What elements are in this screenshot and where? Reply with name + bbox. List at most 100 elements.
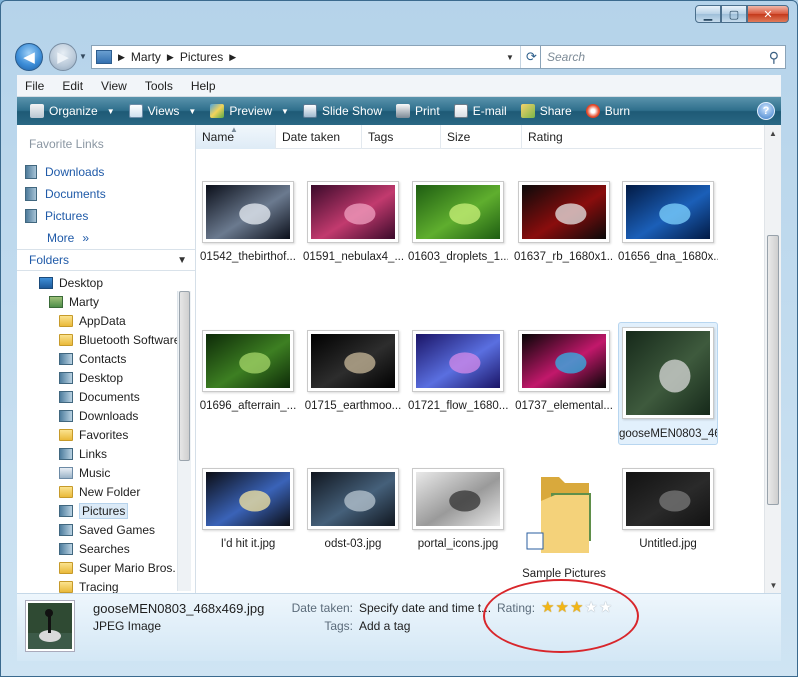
- favorite-link-documents[interactable]: Documents: [25, 183, 106, 205]
- views-button[interactable]: Views ▼: [122, 97, 204, 125]
- file-thumbnail: [518, 330, 610, 392]
- scrollbar-thumb[interactable]: [179, 291, 190, 461]
- forward-button[interactable]: ▶: [49, 43, 77, 71]
- menu-edit[interactable]: Edit: [62, 79, 83, 93]
- maximize-button[interactable]: ▢: [721, 5, 747, 23]
- burn-button[interactable]: Burn: [579, 97, 637, 125]
- explorer-window: ▁ ▢ ✕ ◀ ▶ ▼ ▶ Marty ▶ Pictures ▶ ▼ ⟳ Sea…: [0, 0, 798, 677]
- refresh-icon[interactable]: ⟳: [520, 46, 542, 68]
- file-list-scrollbar[interactable]: ▲ ▼: [764, 125, 781, 593]
- address-bar[interactable]: ▶ Marty ▶ Pictures ▶ ▼ ⟳: [91, 45, 545, 69]
- selected-file-name: gooseMEN0803_468x469.jpg: [93, 601, 265, 616]
- search-icon[interactable]: ⚲: [769, 49, 779, 66]
- share-button[interactable]: Share: [514, 97, 579, 125]
- menu-help[interactable]: Help: [191, 79, 216, 93]
- address-dropdown-icon[interactable]: ▼: [502, 53, 518, 62]
- file-item[interactable]: 01696_afterrain_...: [198, 330, 298, 412]
- folder-item[interactable]: Sample Pictures: [514, 468, 614, 580]
- file-item[interactable]: 01737_elemental...: [514, 330, 614, 412]
- folder-tree-item[interactable]: New Folder: [17, 482, 177, 501]
- folder-tree-scrollbar[interactable]: [177, 291, 191, 591]
- breadcrumb-separator[interactable]: ▶: [167, 52, 174, 63]
- folder-tree-item[interactable]: AppData: [17, 311, 177, 330]
- organize-label: Organize: [49, 104, 98, 118]
- folders-header[interactable]: Folders ▼: [17, 249, 195, 271]
- breadcrumb-separator[interactable]: ▶: [229, 52, 236, 63]
- file-item[interactable]: odst-03.jpg: [303, 468, 403, 550]
- minimize-button[interactable]: ▁: [695, 5, 721, 23]
- selected-file-type: JPEG Image: [93, 619, 162, 633]
- help-icon[interactable]: ?: [757, 102, 775, 120]
- folder-tree-label: AppData: [79, 313, 126, 328]
- folder-tree-label: Pictures: [79, 502, 129, 519]
- file-item[interactable]: 01721_flow_1680...: [408, 330, 508, 412]
- file-item[interactable]: 01542_thebirthof...: [198, 181, 298, 263]
- folder-tree-item[interactable]: Desktop: [17, 273, 177, 292]
- folder-tree-item[interactable]: Tracing: [17, 577, 177, 593]
- date-taken-field[interactable]: Specify date and time t...: [359, 601, 491, 615]
- column-header-date-taken[interactable]: Date taken: [276, 125, 362, 149]
- menu-bar: File Edit View Tools Help: [17, 75, 781, 97]
- file-thumbnail: [622, 327, 714, 419]
- tags-field[interactable]: Add a tag: [359, 619, 410, 633]
- file-item[interactable]: portal_icons.jpg: [408, 468, 508, 550]
- file-item[interactable]: I'd hit it.jpg: [198, 468, 298, 550]
- menu-view[interactable]: View: [101, 79, 127, 93]
- favorite-links-more[interactable]: More »: [25, 227, 106, 249]
- folder-tree-item[interactable]: Pictures: [17, 501, 177, 520]
- folder-tree-label: Bluetooth Software: [79, 332, 177, 347]
- search-input[interactable]: Search: [547, 50, 769, 64]
- file-thumbnail: [412, 468, 504, 530]
- favorite-link-downloads[interactable]: Downloads: [25, 161, 106, 183]
- file-item[interactable]: 01637_rb_1680x1...: [514, 181, 614, 263]
- column-header-rating[interactable]: Rating: [522, 125, 602, 149]
- folder-tree-item[interactable]: Downloads: [17, 406, 177, 425]
- column-header-label: Rating: [528, 130, 563, 144]
- file-name-label: 01591_nebulax4_...: [303, 251, 403, 263]
- close-button[interactable]: ✕: [747, 5, 789, 23]
- folder-tree-item[interactable]: Contacts: [17, 349, 177, 368]
- folder-tree-item[interactable]: Favorites: [17, 425, 177, 444]
- menu-tools[interactable]: Tools: [145, 79, 173, 93]
- folder-tree-item[interactable]: Links: [17, 444, 177, 463]
- file-item[interactable]: gooseMEN0803_468x469.jpg: [618, 322, 718, 445]
- folder-tree-item[interactable]: Desktop: [17, 368, 177, 387]
- file-item[interactable]: Untitled.jpg: [618, 468, 718, 550]
- folder-tree-item[interactable]: Searches: [17, 539, 177, 558]
- print-button[interactable]: Print: [389, 97, 447, 125]
- folder-tree-item[interactable]: Saved Games: [17, 520, 177, 539]
- back-button[interactable]: ◀: [15, 43, 43, 71]
- file-item[interactable]: 01603_droplets_1...: [408, 181, 508, 263]
- breadcrumb-marty[interactable]: Marty: [131, 50, 161, 64]
- folder-tree-item[interactable]: Super Mario Bros.: [17, 558, 177, 577]
- chevron-down-icon: ▼: [281, 106, 289, 116]
- breadcrumb-pictures[interactable]: Pictures: [180, 50, 223, 64]
- scroll-down-icon[interactable]: ▼: [765, 577, 782, 593]
- thumbnail-image: [311, 334, 395, 388]
- favorite-links-list: Downloads Documents Pictures More »: [25, 161, 106, 249]
- menu-file[interactable]: File: [25, 79, 44, 93]
- special-folder-icon: [59, 542, 73, 555]
- breadcrumb-separator[interactable]: ▶: [118, 52, 125, 63]
- organize-button[interactable]: Organize ▼: [23, 97, 122, 125]
- folder-tree-item[interactable]: Documents: [17, 387, 177, 406]
- slideshow-button[interactable]: Slide Show: [296, 97, 389, 125]
- favorite-link-pictures[interactable]: Pictures: [25, 205, 106, 227]
- recent-pages-dropdown[interactable]: ▼: [79, 52, 87, 61]
- file-item[interactable]: 01656_dna_1680x...: [618, 181, 718, 263]
- email-button[interactable]: E-mail: [447, 97, 514, 125]
- folder-tree-item[interactable]: Bluetooth Software: [17, 330, 177, 349]
- preview-button[interactable]: Preview ▼: [203, 97, 296, 125]
- folder-tree-item[interactable]: Marty: [17, 292, 177, 311]
- column-header-size[interactable]: Size: [441, 125, 522, 149]
- column-header-tags[interactable]: Tags: [362, 125, 441, 149]
- file-item[interactable]: 01591_nebulax4_...: [303, 181, 403, 263]
- search-box[interactable]: Search ⚲: [540, 45, 786, 69]
- file-thumbnail: [307, 468, 399, 530]
- scrollbar-thumb[interactable]: [767, 235, 779, 505]
- file-item[interactable]: 01715_earthmoo...: [303, 330, 403, 412]
- column-header-name[interactable]: ▲ Name: [196, 125, 276, 149]
- folder-tree-item[interactable]: Music: [17, 463, 177, 482]
- folder-tree-label: Searches: [79, 541, 130, 556]
- scroll-up-icon[interactable]: ▲: [765, 125, 781, 141]
